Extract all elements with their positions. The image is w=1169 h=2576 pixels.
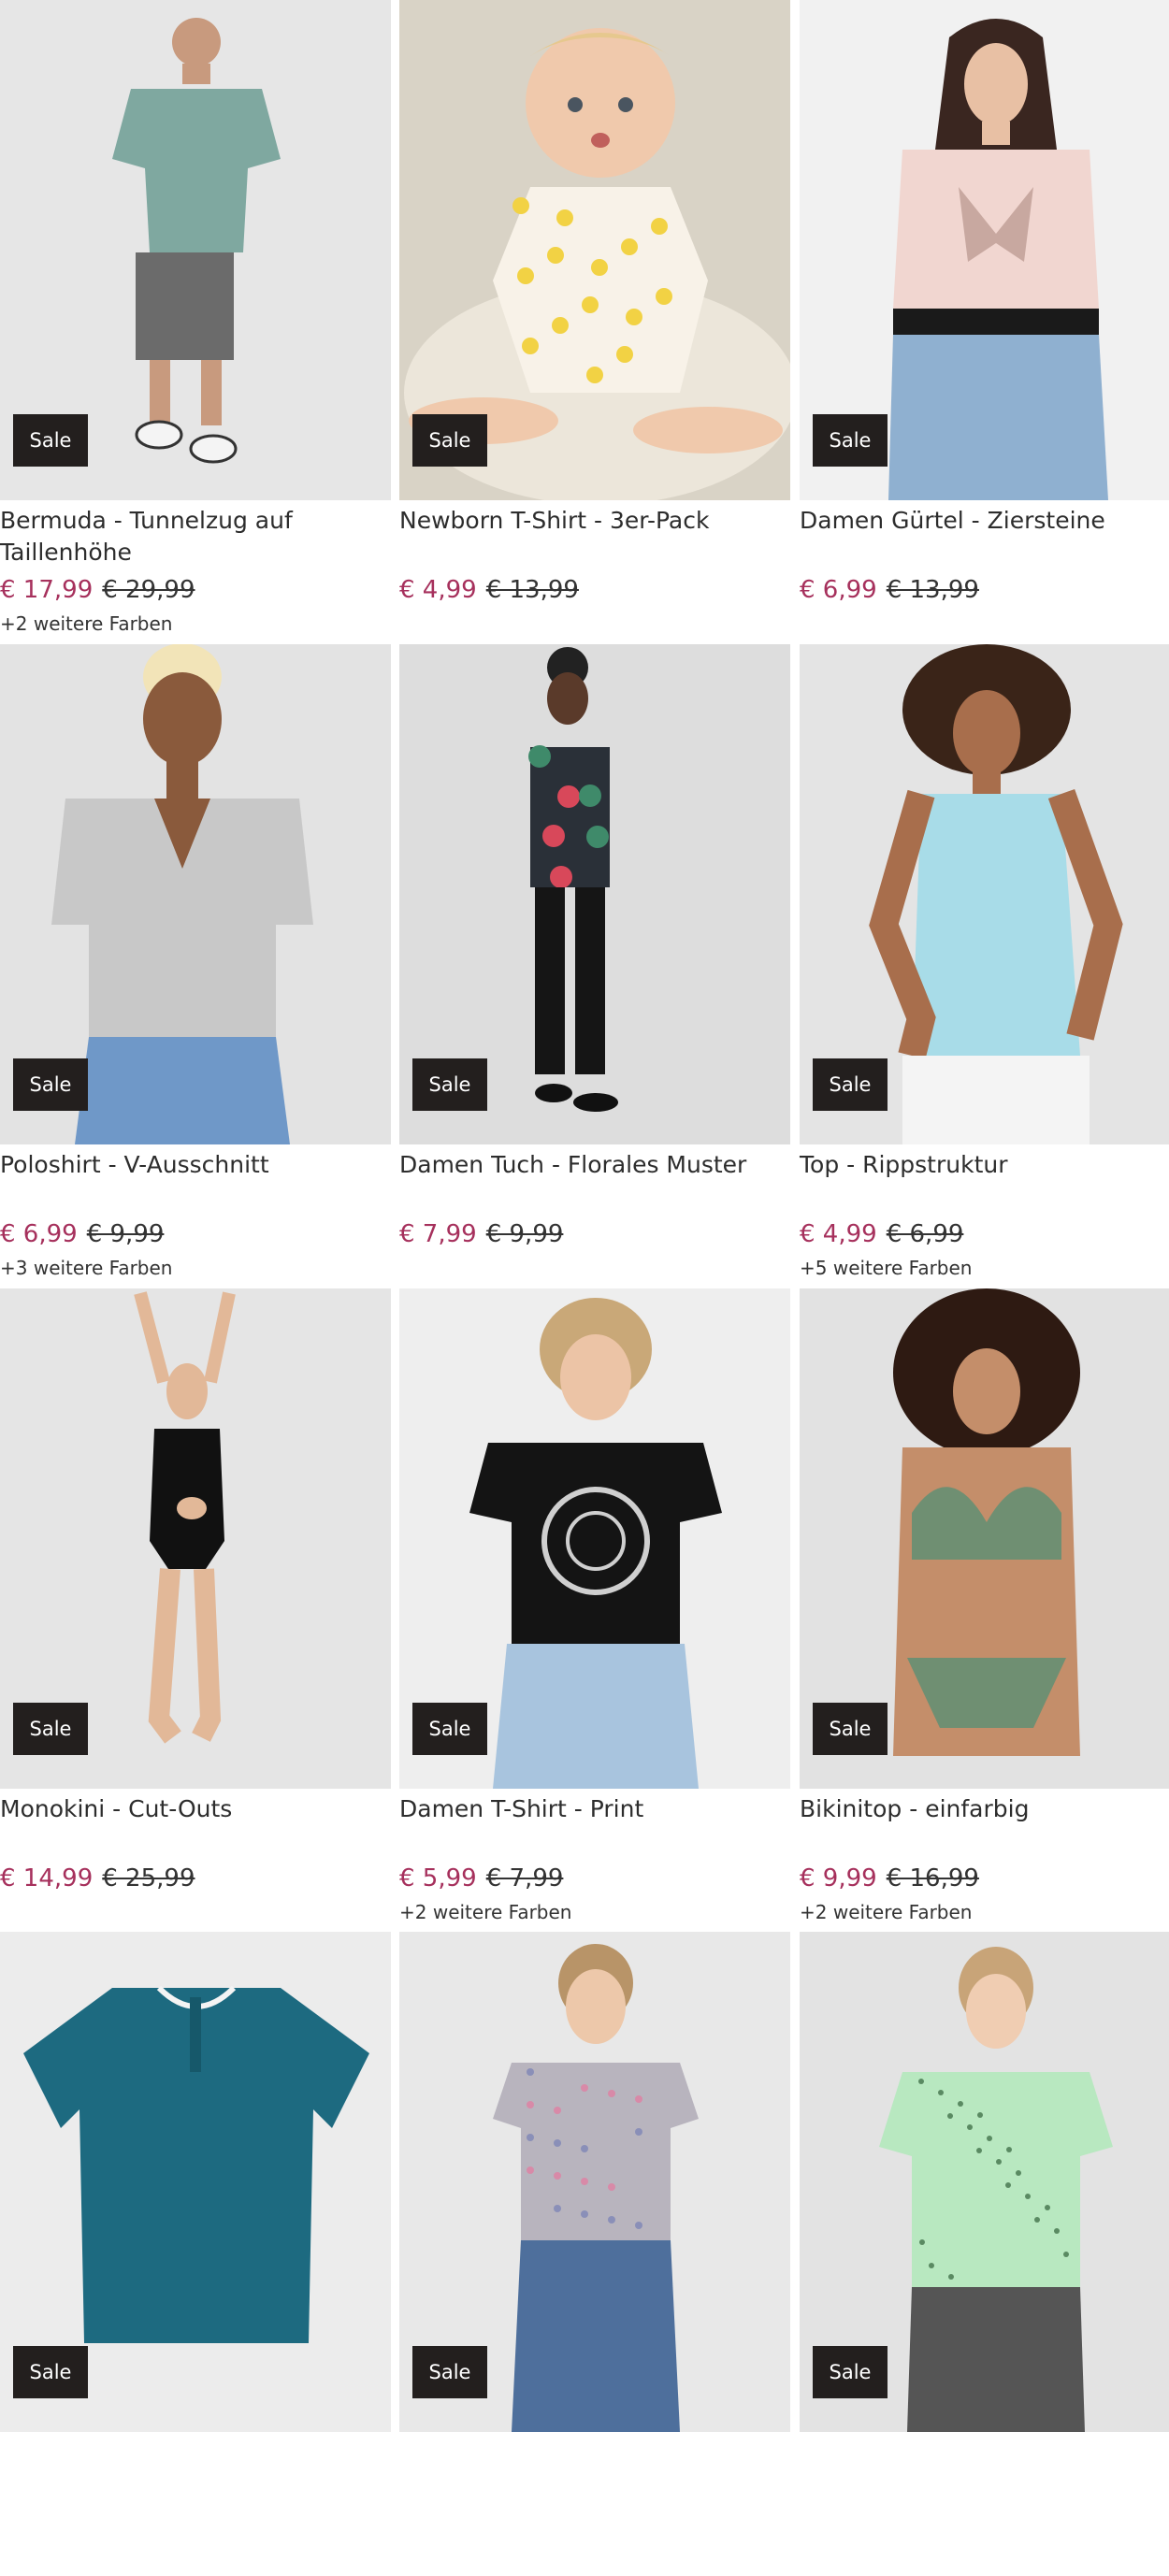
product-card[interactable]: Sale Damen Gürtel - Ziersteine € 6,99 € 13,… <box>800 0 1169 644</box>
product-card[interactable]: Sale Damen Tuch - Florales Muster € 7,99 € … <box>399 644 790 1288</box>
product-title[interactable]: Bermuda - Tunnelzug auf Taillenhöhe <box>0 505 383 568</box>
original-price: € 7,99 <box>485 1864 564 1892</box>
product-card[interactable]: Sale Bermuda - Tunnelzug auf Taillenhöhe €… <box>0 0 391 644</box>
sale-badge: Sale <box>412 1058 487 1111</box>
product-card[interactable]: Sale Monokini - Cut-Outs € 14,99 € 25,99 <box>0 1288 391 1933</box>
sale-price: € 5,99 <box>399 1864 477 1892</box>
original-price: € 25,99 <box>102 1864 195 1892</box>
sale-badge: Sale <box>813 2346 888 2398</box>
product-photo[interactable]: Sale <box>0 0 391 500</box>
product-title[interactable]: Bikinitop - einfarbig <box>800 1793 1169 1825</box>
product-photo[interactable]: Sale <box>800 0 1169 500</box>
original-price: € 6,99 <box>886 1220 964 1248</box>
price-row: € 14,99 € 25,99 <box>0 1863 195 1894</box>
price-row: € 6,99 € 9,99 <box>0 1218 164 1250</box>
original-price: € 9,99 <box>485 1220 564 1248</box>
product-card[interactable]: Sale Top - Rippstruktur € 4,99 € 6,99 +5 wei… <box>800 644 1169 1288</box>
sale-price: € 17,99 <box>0 576 94 604</box>
price-row: € 5,99 € 7,99 <box>399 1863 563 1894</box>
price-row: € 9,99 € 16,99 <box>800 1863 979 1894</box>
sale-badge: Sale <box>13 1058 88 1111</box>
price-row: € 7,99 € 9,99 <box>399 1218 563 1250</box>
product-photo[interactable]: Sale <box>399 1288 790 1789</box>
product-card[interactable]: Sale Damen T-Shirt - Print € 5,99 € 7,99 +2 … <box>399 1288 790 1933</box>
product-title[interactable]: Top - Rippstruktur <box>800 1149 1169 1181</box>
more-colors-link[interactable]: +2 weitere Farben <box>800 1898 972 1926</box>
sale-price: € 14,99 <box>0 1864 94 1892</box>
original-price: € 29,99 <box>102 576 195 604</box>
sale-badge: Sale <box>412 414 487 467</box>
product-photo[interactable]: Sale <box>0 1932 391 2432</box>
product-title[interactable]: Damen Gürtel - Ziersteine <box>800 505 1169 537</box>
product-photo[interactable]: Sale <box>399 644 790 1144</box>
sale-badge: Sale <box>13 2346 88 2398</box>
more-colors-link[interactable]: +5 weitere Farben <box>800 1254 972 1282</box>
product-title[interactable]: Newborn T-Shirt - 3er-Pack <box>399 505 783 537</box>
product-card[interactable]: Sale Bikinitop - einfarbig € 9,99 € 16,99 +2… <box>800 1288 1169 1933</box>
product-card[interactable]: Sale Newborn T-Shirt - 3er-Pack € 4,99 € 13… <box>399 0 790 644</box>
product-title[interactable]: Poloshirt - V-Ausschnitt <box>0 1149 383 1181</box>
product-title[interactable]: Monokini - Cut-Outs <box>0 1793 383 1825</box>
sale-price: € 4,99 <box>399 576 477 604</box>
product-card[interactable]: Sale <box>399 1932 790 2576</box>
sale-price: € 9,99 <box>800 1864 877 1892</box>
product-photo[interactable]: Sale <box>0 644 391 1144</box>
product-photo[interactable]: Sale <box>800 644 1169 1144</box>
price-row: € 4,99 € 6,99 <box>800 1218 963 1250</box>
sale-price: € 4,99 <box>800 1220 877 1248</box>
more-colors-link[interactable]: +3 weitere Farben <box>0 1254 172 1282</box>
original-price: € 9,99 <box>86 1220 165 1248</box>
product-title[interactable]: Damen Tuch - Florales Muster <box>399 1149 783 1181</box>
sale-price: € 6,99 <box>0 1220 78 1248</box>
sale-badge: Sale <box>412 1703 487 1755</box>
sale-badge: Sale <box>813 1058 888 1111</box>
price-row: € 6,99 € 13,99 <box>800 574 979 606</box>
product-photo[interactable]: Sale <box>399 0 790 500</box>
sale-price: € 6,99 <box>800 576 877 604</box>
product-photo[interactable]: Sale <box>399 1932 790 2432</box>
product-title[interactable]: Damen T-Shirt - Print <box>399 1793 783 1825</box>
more-colors-link[interactable]: +2 weitere Farben <box>399 1898 571 1926</box>
original-price: € 13,99 <box>886 576 979 604</box>
sale-badge: Sale <box>412 2346 487 2398</box>
sale-badge: Sale <box>813 1703 888 1755</box>
product-photo[interactable]: Sale <box>0 1288 391 1789</box>
product-card[interactable]: Sale <box>800 1932 1169 2576</box>
price-row: € 17,99 € 29,99 <box>0 574 195 606</box>
original-price: € 16,99 <box>886 1864 979 1892</box>
sale-badge: Sale <box>13 1703 88 1755</box>
sale-price: € 7,99 <box>399 1220 477 1248</box>
sale-badge: Sale <box>813 414 888 467</box>
original-price: € 13,99 <box>485 576 579 604</box>
product-card[interactable]: Sale <box>0 1932 391 2576</box>
product-card[interactable]: Sale Poloshirt - V-Ausschnitt € 6,99 € 9,99… <box>0 644 391 1288</box>
product-photo[interactable]: Sale <box>800 1932 1169 2432</box>
product-photo[interactable]: Sale <box>800 1288 1169 1789</box>
price-row: € 4,99 € 13,99 <box>399 574 579 606</box>
sale-badge: Sale <box>13 414 88 467</box>
more-colors-link[interactable]: +2 weitere Farben <box>0 610 172 638</box>
